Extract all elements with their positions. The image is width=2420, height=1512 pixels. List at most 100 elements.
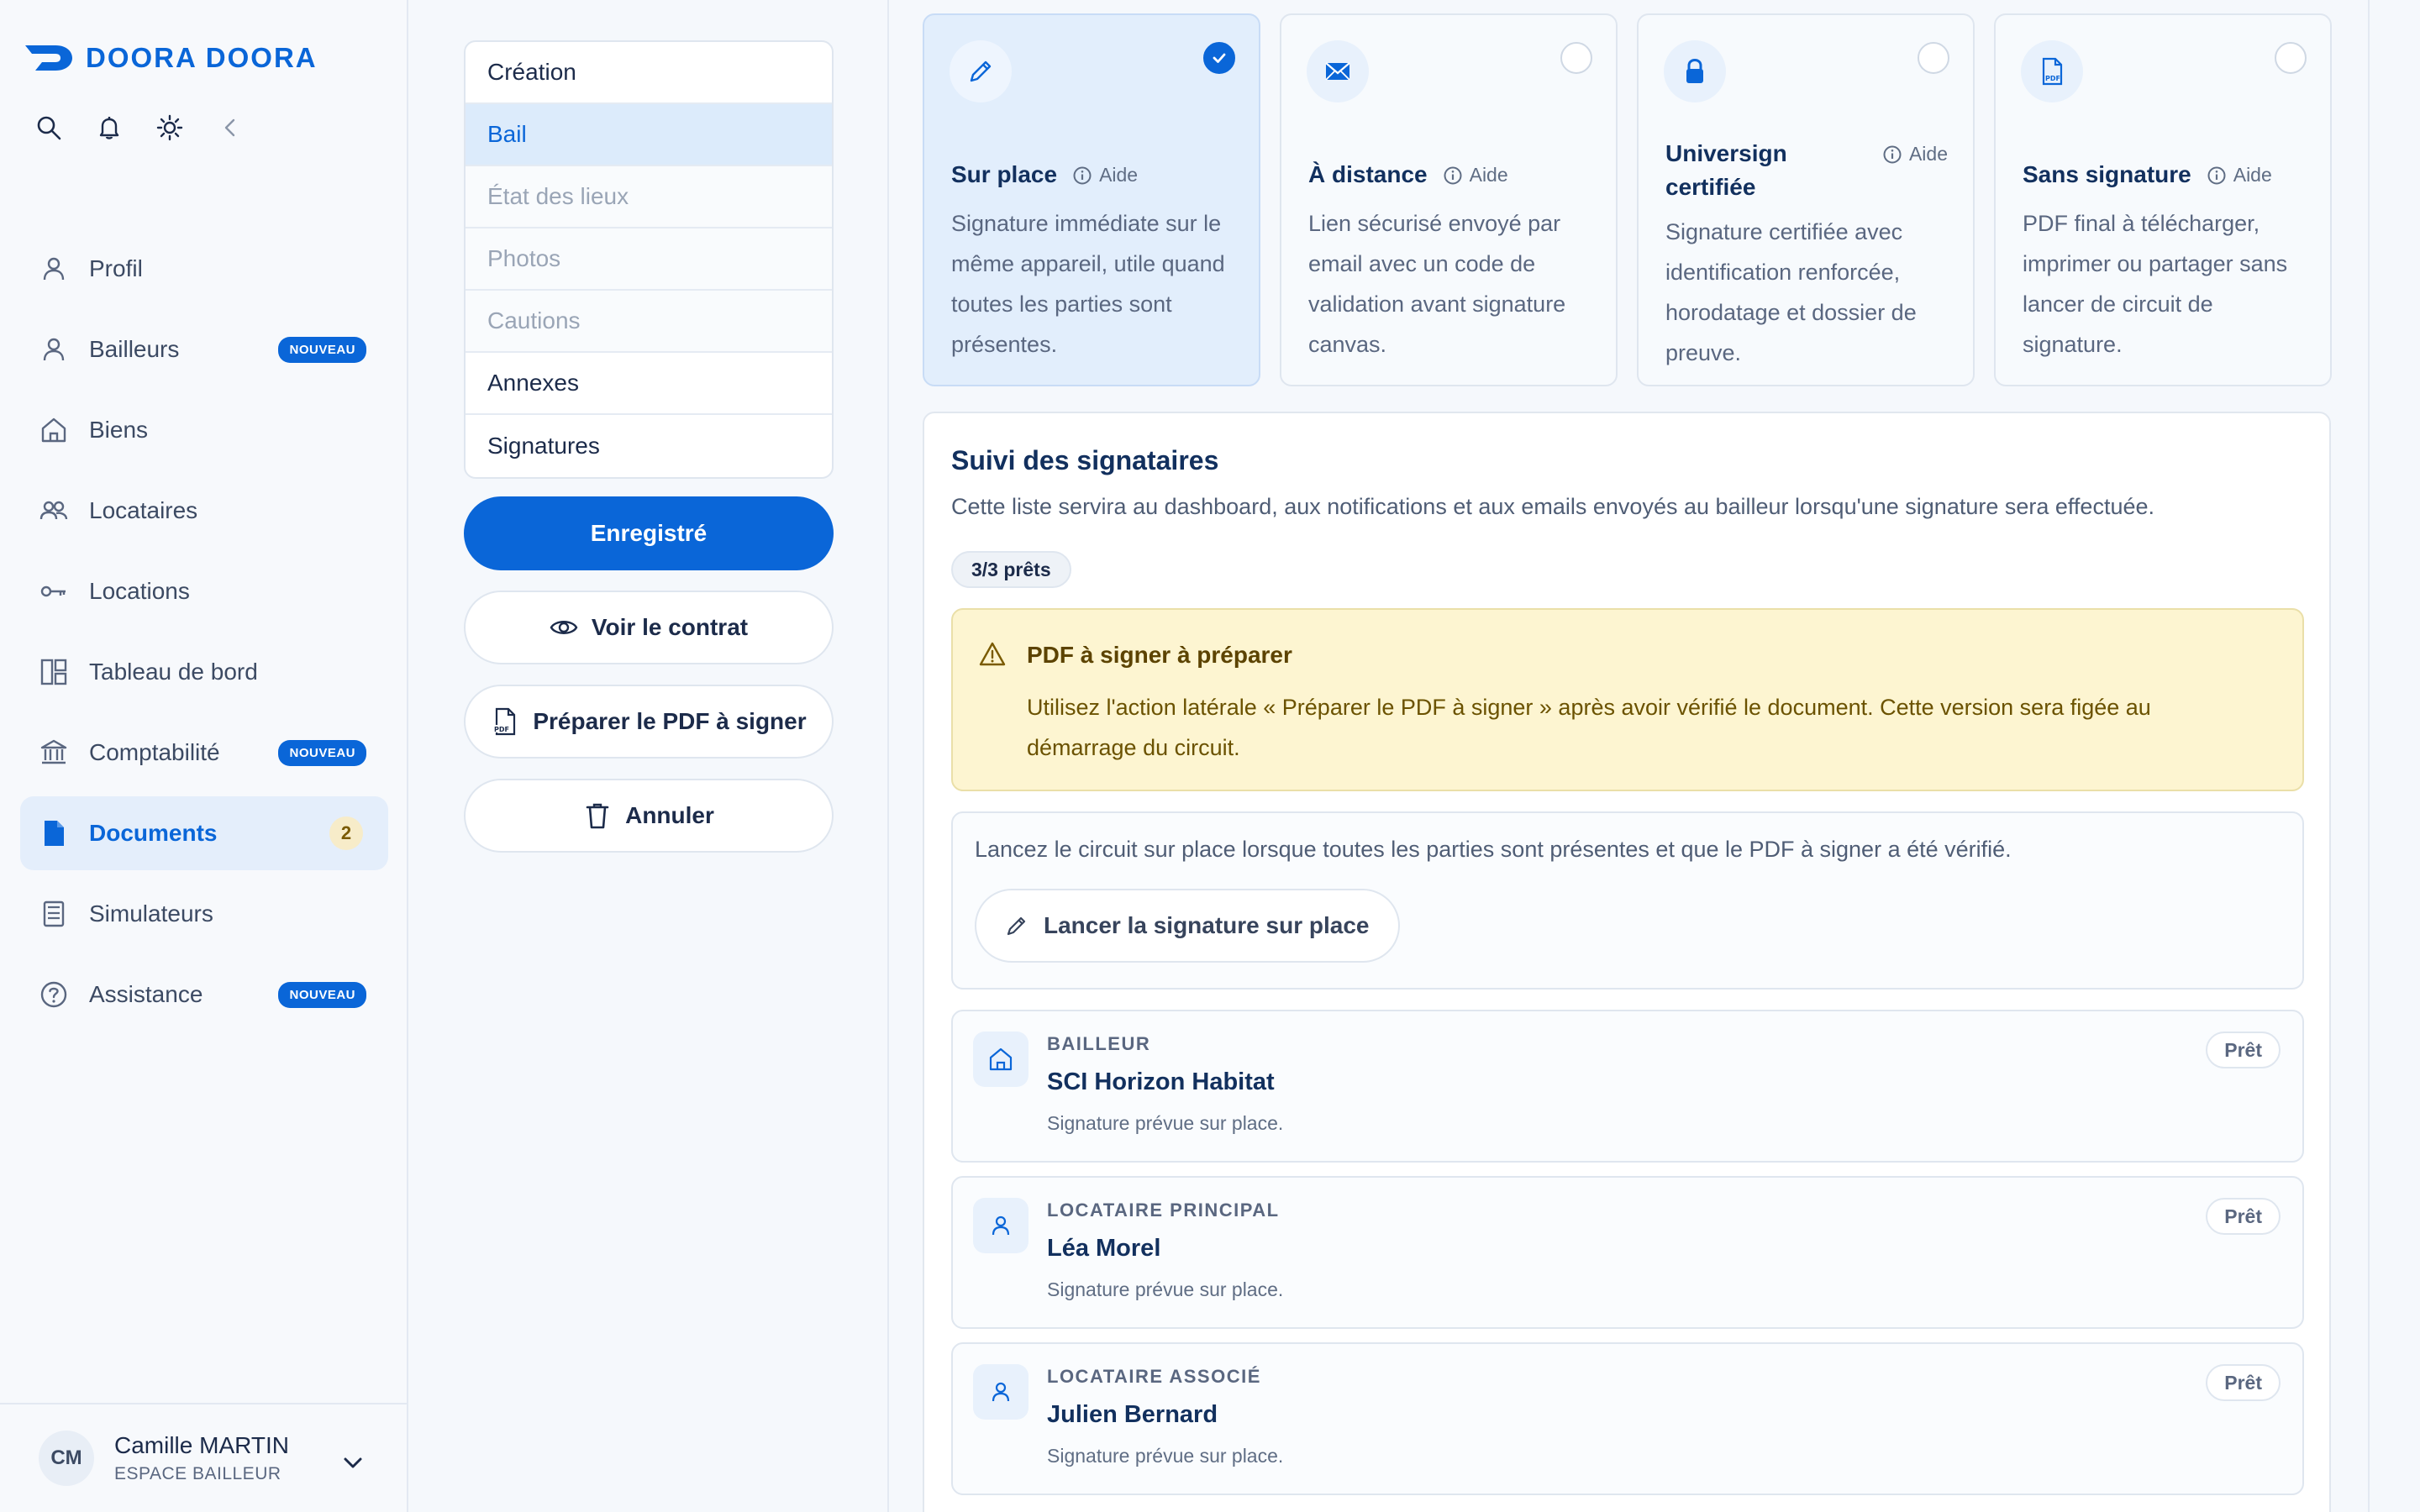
launch-signature-button[interactable]: Lancer la signature sur place	[975, 889, 1400, 963]
home-icon	[41, 417, 66, 443]
info-icon	[1883, 145, 1902, 163]
collapse-sidebar-icon[interactable]	[217, 114, 244, 141]
sidebar-item-label: Biens	[89, 417, 149, 443]
sidebar-item-label: Assistance	[89, 981, 203, 1007]
pencil-icon	[1007, 916, 1026, 936]
search-icon[interactable]	[35, 114, 62, 141]
view-contract-button[interactable]: Voir le contrat	[464, 591, 834, 664]
signer-card-locataire-principal: LOCATAIRE PRINCIPAL Léa Morel Signature …	[951, 1176, 2304, 1329]
step-cautions: Cautions	[466, 291, 832, 353]
signer-name: Julien Bernard	[1047, 1401, 1218, 1428]
help-link[interactable]: Aide	[2207, 164, 2272, 186]
signer-role: LOCATAIRE PRINCIPAL	[1047, 1200, 1280, 1221]
cancel-label: Annuler	[625, 802, 714, 828]
chevron-down-icon[interactable]	[339, 1450, 366, 1477]
sidebar-item-documents[interactable]: Documents 2	[20, 796, 388, 870]
mode-description: Lien sécurisé envoyé par email avec un c…	[1308, 211, 1566, 357]
panel-title: Suivi des signataires	[951, 445, 1219, 475]
signer-icon-wrap	[973, 1032, 1028, 1087]
user-menu[interactable]: CM Camille MARTIN ESPACE BAILLEUR	[0, 1403, 408, 1512]
warning-text: Utilisez l'action latérale « Préparer le…	[1027, 695, 2151, 760]
sidebar-item-bailleurs[interactable]: Bailleurs NOUVEAU	[20, 312, 388, 386]
signer-note: Signature prévue sur place.	[1047, 1278, 1284, 1300]
sidebar-item-locations[interactable]: Locations	[20, 554, 388, 628]
signer-note: Signature prévue sur place.	[1047, 1445, 1284, 1467]
prepare-pdf-button[interactable]: PDF Préparer le PDF à signer	[464, 685, 834, 759]
mode-radio[interactable]	[2275, 42, 2307, 74]
sidebar-item-simulateurs[interactable]: Simulateurs	[20, 877, 388, 951]
avatar: CM	[39, 1431, 94, 1486]
mode-radio[interactable]	[1918, 42, 1949, 74]
sidebar-item-label: Locations	[89, 578, 190, 604]
mode-radio[interactable]	[1560, 42, 1592, 74]
mode-card-sans-signature[interactable]: PDF Sans signature Aide PDF final à télé…	[1994, 13, 2332, 386]
signer-icon-wrap	[973, 1364, 1028, 1420]
user-icon	[992, 1382, 1010, 1402]
bell-icon[interactable]	[96, 114, 123, 141]
mode-radio-selected[interactable]	[1203, 42, 1235, 74]
step-photos: Photos	[466, 228, 832, 291]
signer-icon-wrap	[973, 1198, 1028, 1253]
brand-logo[interactable]: DOORA DOORA	[25, 42, 318, 74]
user-icon	[992, 1215, 1010, 1236]
logo-mark-icon	[25, 45, 72, 71]
mode-title: Sans signature	[2023, 161, 2191, 187]
step-creation[interactable]: Création	[466, 42, 832, 104]
view-contract-label: Voir le contrat	[591, 614, 749, 640]
sidebar-item-label: Profil	[89, 255, 143, 281]
mode-card-a-distance[interactable]: À distance Aide Lien sécurisé envoyé par…	[1280, 13, 1618, 386]
sidebar-item-biens[interactable]: Biens	[20, 393, 388, 467]
help-link[interactable]: Aide	[1882, 143, 1948, 165]
sidebar-item-comptabilite[interactable]: Comptabilité NOUVEAU	[20, 716, 388, 790]
mode-title: Universign certifiée	[1665, 140, 1787, 200]
count-badge: 2	[329, 816, 363, 850]
pencil-icon	[970, 60, 992, 82]
launch-button-label: Lancer la signature sur place	[1044, 912, 1370, 938]
sidebar-item-label: Bailleurs	[89, 336, 180, 362]
step-signatures[interactable]: Signatures	[466, 415, 832, 477]
sidebar-item-locataires[interactable]: Locataires	[20, 474, 388, 548]
mode-header: À distance Aide	[1308, 158, 1596, 192]
signer-role: BAILLEUR	[1047, 1033, 1151, 1054]
trash-icon	[586, 803, 609, 829]
lock-icon	[1686, 58, 1703, 83]
users-icon	[39, 501, 68, 520]
signature-settings: Sur place Aide Signature immédiate sur l…	[891, 0, 2370, 1512]
help-link[interactable]: Aide	[1072, 164, 1138, 186]
prepare-pdf-label: Préparer le PDF à signer	[533, 708, 807, 734]
user-role: ESPACE BAILLEUR	[114, 1464, 281, 1483]
info-icon	[2207, 166, 2226, 184]
mode-icon-wrap	[1664, 40, 1726, 102]
contract-steps-column: Création Bail État des lieux Photos Caut…	[410, 0, 889, 1512]
status-badge: Prêt	[2206, 1198, 2281, 1235]
step-bail[interactable]: Bail	[466, 104, 832, 166]
check-icon	[1213, 53, 1226, 63]
save-button[interactable]: Enregistré	[464, 496, 834, 570]
help-link[interactable]: Aide	[1443, 164, 1508, 186]
mode-title: Sur place	[951, 161, 1058, 187]
sidebar-item-assistance[interactable]: Assistance NOUVEAU	[20, 958, 388, 1032]
brand-name: DOORA DOORA	[86, 42, 318, 73]
steps-list: Création Bail État des lieux Photos Caut…	[464, 40, 834, 479]
help-label: Aide	[2233, 164, 2272, 186]
mode-header: Sur place Aide	[951, 158, 1239, 192]
svg-text:PDF: PDF	[494, 726, 509, 733]
sidebar-item-label: Comptabilité	[89, 739, 220, 765]
user-icon	[43, 338, 65, 361]
help-icon	[40, 981, 67, 1008]
mode-icon-wrap	[1307, 40, 1369, 102]
sidebar-item-profil[interactable]: Profil	[20, 232, 388, 306]
mode-card-universign[interactable]: Universign certifiée Aide Signature cert…	[1637, 13, 1975, 386]
new-badge: NOUVEAU	[278, 981, 366, 1008]
step-annexes[interactable]: Annexes	[466, 353, 832, 415]
warning-title: PDF à signer à préparer	[1027, 642, 1292, 668]
warning-icon	[979, 642, 1006, 666]
sidebar-item-tableau-de-bord[interactable]: Tableau de bord	[20, 635, 388, 709]
status-badge: Prêt	[2206, 1364, 2281, 1401]
info-icon	[1444, 166, 1462, 184]
mode-card-sur-place[interactable]: Sur place Aide Signature immédiate sur l…	[923, 13, 1260, 386]
sun-icon[interactable]	[156, 114, 183, 141]
cancel-button[interactable]: Annuler	[464, 779, 834, 853]
mode-description: PDF final à télécharger, imprimer ou par…	[2023, 211, 2288, 357]
new-badge: NOUVEAU	[278, 739, 366, 766]
